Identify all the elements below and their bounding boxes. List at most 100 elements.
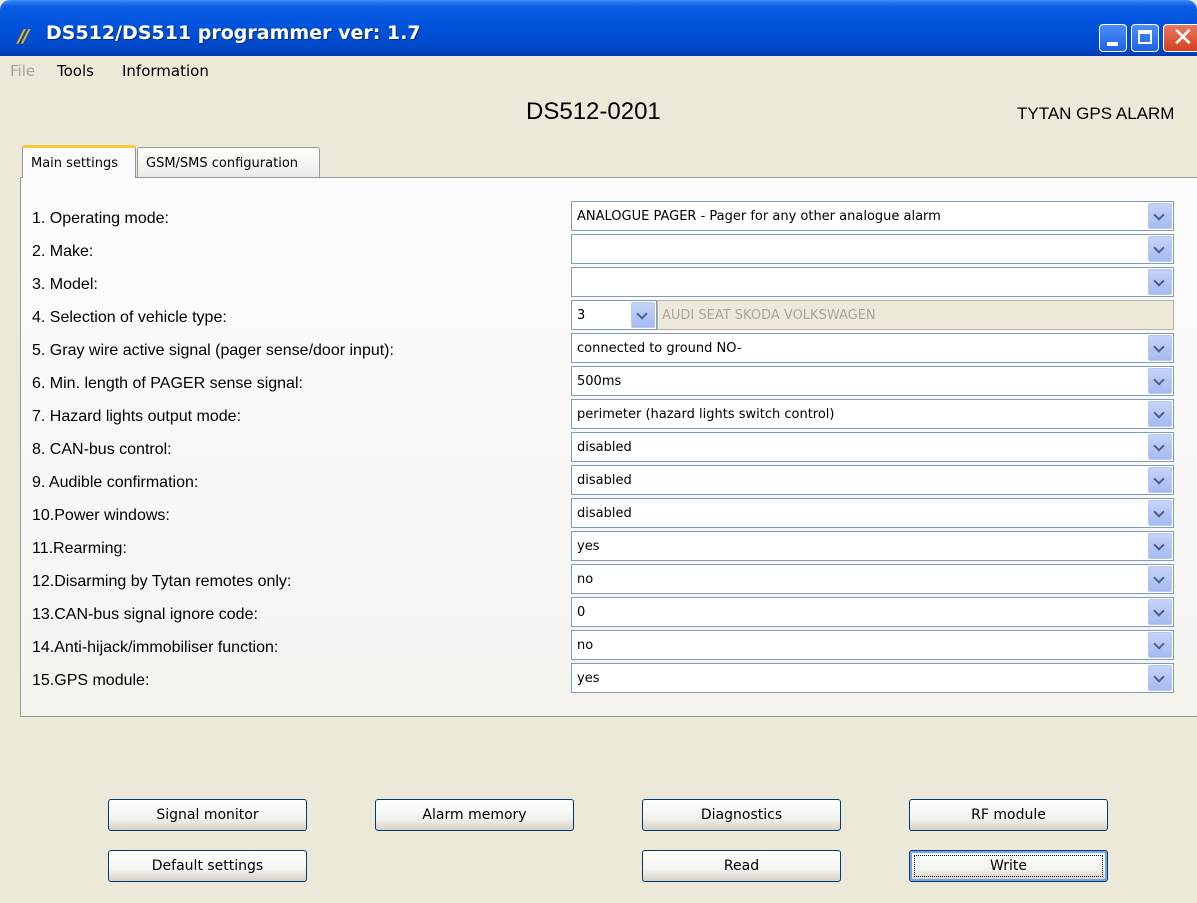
chevron-down-icon [1153, 572, 1165, 584]
label-hazard-lights-mode: 7. Hazard lights output mode: [32, 408, 242, 425]
combo-value: no [577, 638, 594, 653]
audible-confirmation-select[interactable]: disabled [571, 465, 1174, 495]
default-settings-button[interactable]: Default settings [108, 850, 307, 882]
dropdown-button[interactable] [1148, 533, 1172, 559]
dropdown-button[interactable] [1148, 368, 1172, 394]
dropdown-button[interactable] [1148, 665, 1172, 691]
maximize-button[interactable] [1131, 24, 1159, 52]
title-bar[interactable]: // DS512/DS511 programmer ver: 1.7 ✕ [0, 0, 1197, 56]
dropdown-button[interactable] [1148, 632, 1172, 658]
chevron-down-icon [1153, 407, 1165, 419]
rf-module-button[interactable]: RF module [909, 799, 1108, 831]
anti-hijack-select[interactable]: no [571, 630, 1174, 660]
signal-monitor-button[interactable]: Signal monitor [108, 799, 307, 831]
label-can-bus-control: 8. CAN-bus control: [32, 441, 172, 458]
app-logo-icon: // [18, 26, 29, 47]
hazard-lights-mode-select[interactable]: perimeter (hazard lights switch control) [571, 399, 1174, 429]
gray-wire-signal-select[interactable]: connected to ground NO- [571, 333, 1174, 363]
dropdown-button[interactable] [1148, 269, 1172, 295]
tab-label: Main settings [31, 156, 119, 171]
write-button[interactable]: Write [909, 850, 1108, 882]
rearming-select[interactable]: yes [571, 531, 1174, 561]
chevron-down-icon [636, 308, 648, 320]
chevron-down-icon [1153, 275, 1165, 287]
label-can-bus-ignore-code: 13.CAN-bus signal ignore code: [32, 606, 258, 623]
label-anti-hijack: 14.Anti-hijack/immobiliser function: [32, 639, 279, 656]
combo-value: yes [577, 671, 600, 686]
combo-value: perimeter (hazard lights switch control) [577, 407, 835, 422]
dropdown-button[interactable] [1148, 599, 1172, 625]
label-disarming-remotes: 12.Disarming by Tytan remotes only: [32, 573, 292, 590]
menu-file[interactable]: File [10, 62, 35, 80]
power-windows-select[interactable]: disabled [571, 498, 1174, 528]
label-audible-confirmation: 9. Audible confirmation: [32, 474, 199, 491]
label-model: 3. Model: [32, 276, 98, 293]
diagnostics-button[interactable]: Diagnostics [642, 799, 841, 831]
vehicle-type-select[interactable]: 3 [571, 300, 657, 330]
window-title: DS512/DS511 programmer ver: 1.7 [46, 22, 421, 44]
label-operating-mode: 1. Operating mode: [32, 210, 169, 227]
chevron-down-icon [1153, 374, 1165, 386]
tab-label: GSM/SMS configuration [146, 156, 299, 171]
dropdown-button[interactable] [1148, 500, 1172, 526]
combo-value: ANALOGUE PAGER - Pager for any other ana… [577, 209, 941, 224]
dropdown-button[interactable] [1148, 236, 1172, 262]
combo-value: 3 [577, 308, 586, 323]
chevron-down-icon [1153, 209, 1165, 221]
device-title: DS512-0201 [526, 98, 661, 125]
chevron-down-icon [1153, 473, 1165, 485]
dropdown-button[interactable] [1148, 566, 1172, 592]
gps-module-select[interactable]: yes [571, 663, 1174, 693]
combo-value: yes [577, 539, 600, 554]
tab-gsm-sms-configuration[interactable]: GSM/SMS configuration [137, 147, 320, 177]
vehicle-type-description: AUDI SEAT SKODA VOLKSWAGEN [657, 300, 1174, 330]
maximize-icon [1138, 30, 1152, 44]
pager-sense-length-select[interactable]: 500ms [571, 366, 1174, 396]
combo-value: no [577, 572, 594, 587]
combo-value: 0 [577, 605, 586, 620]
close-button[interactable]: ✕ [1163, 23, 1197, 53]
menu-information[interactable]: Information [122, 62, 209, 80]
combo-value: connected to ground NO- [577, 341, 742, 356]
button-label: Write [990, 858, 1027, 874]
minimize-button[interactable] [1099, 24, 1127, 52]
chevron-down-icon [1153, 605, 1165, 617]
label-gps-module: 15.GPS module: [32, 672, 150, 689]
dropdown-button[interactable] [1148, 401, 1172, 427]
chevron-down-icon [1153, 242, 1165, 254]
read-button[interactable]: Read [642, 850, 841, 882]
combo-value: disabled [577, 440, 632, 455]
dropdown-button[interactable] [1148, 203, 1172, 229]
label-pager-sense-length: 6. Min. length of PAGER sense signal: [32, 375, 303, 392]
model-select[interactable] [571, 267, 1174, 297]
operating-mode-select[interactable]: ANALOGUE PAGER - Pager for any other ana… [571, 201, 1174, 231]
label-vehicle-type: 4. Selection of vehicle type: [32, 309, 227, 326]
chevron-down-icon [1153, 440, 1165, 452]
dropdown-button[interactable] [1148, 335, 1172, 361]
combo-value: 500ms [577, 374, 622, 389]
button-label: Alarm memory [422, 807, 527, 823]
button-label: Diagnostics [700, 807, 783, 823]
close-icon: ✕ [1172, 23, 1194, 53]
brand-label: TYTAN GPS ALARM [1017, 104, 1175, 123]
minimize-icon [1107, 42, 1118, 46]
can-bus-control-select[interactable]: disabled [571, 432, 1174, 462]
dropdown-button[interactable] [631, 302, 655, 328]
chevron-down-icon [1153, 539, 1165, 551]
combo-value: disabled [577, 473, 632, 488]
disarming-remotes-select[interactable]: no [571, 564, 1174, 594]
dropdown-button[interactable] [1148, 434, 1172, 460]
can-bus-ignore-code-select[interactable]: 0 [571, 597, 1174, 627]
dropdown-button[interactable] [1148, 467, 1172, 493]
chevron-down-icon [1153, 506, 1165, 518]
chevron-down-icon [1153, 341, 1165, 353]
label-rearming: 11.Rearming: [32, 540, 127, 557]
combo-value: disabled [577, 506, 632, 521]
label-gray-wire-signal: 5. Gray wire active signal (pager sense/… [32, 342, 394, 359]
alarm-memory-button[interactable]: Alarm memory [375, 799, 574, 831]
make-select[interactable] [571, 234, 1174, 264]
menu-tools[interactable]: Tools [57, 62, 94, 80]
tab-main-settings[interactable]: Main settings [22, 145, 136, 178]
chevron-down-icon [1153, 671, 1165, 683]
button-label: Read [723, 858, 760, 874]
